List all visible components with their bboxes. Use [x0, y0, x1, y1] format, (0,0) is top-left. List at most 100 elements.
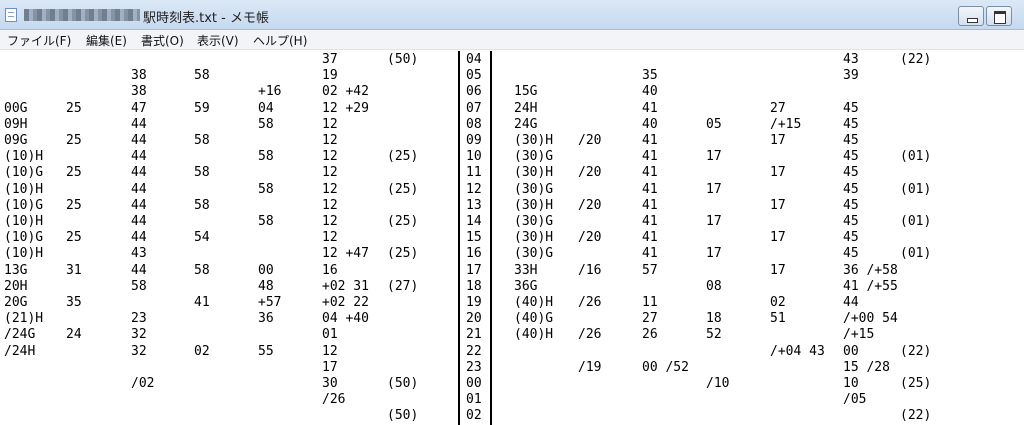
timetable-cell: 09H [4, 116, 28, 132]
timetable-cell: (30)H [514, 197, 554, 213]
timetable-cell: 17 [322, 359, 338, 375]
timetable-cell: 47 [131, 100, 147, 116]
timetable-cell: 45 [843, 197, 859, 213]
timetable-cell: 04 +40 [322, 311, 369, 327]
timetable-cell: 25 [66, 100, 82, 116]
timetable-cell: 58 [258, 116, 274, 132]
hour-cell: 10 [466, 149, 482, 165]
timetable-cell: 12 [322, 116, 338, 132]
timetable-cell: 15 /28 [843, 359, 890, 375]
timetable-cell: 44 [843, 295, 859, 310]
timetable-cell: 00 /52 [642, 359, 689, 375]
minimize-button[interactable] [958, 6, 984, 26]
timetable-cell: 44 [131, 116, 147, 132]
timetable-cell: (01) [900, 214, 932, 229]
timetable-cell: /26 [578, 295, 602, 310]
timetable-cell: (10)G [4, 230, 44, 246]
timetable-cell: 41 [642, 133, 658, 148]
timetable-cell: (01) [900, 181, 932, 197]
timetable-cell: (30)H [514, 230, 554, 246]
hour-cell: 18 [466, 278, 482, 294]
timetable-cell: 37 [322, 52, 338, 67]
timetable-cell: 20H [4, 278, 28, 294]
text-area[interactable]: 37 (50) 04 43 (22) 38 58 19 05 35 39 38 +16 02 +42 06 1… [0, 51, 1024, 425]
timetable-line: /26 01/05 [0, 392, 1024, 408]
menu-bar: ファイル(F) 編集(E) 書式(O) 表示(V) ヘルプ(H) [0, 30, 1024, 50]
timetable-cell: 17 [770, 165, 786, 181]
timetable-cell: 45 [843, 214, 859, 229]
timetable-cell: 25 [66, 197, 82, 213]
timetable-cell: 32 [131, 327, 147, 343]
timetable-cell: 15G [514, 84, 538, 100]
timetable-cell: (10)H [4, 181, 44, 197]
timetable-cell: (10)G [4, 197, 44, 213]
menu-edit[interactable]: 編集(E) [86, 32, 127, 49]
timetable-cell: 31 [66, 262, 82, 278]
timetable-line: 00G 25 47 59 04 12 +29 07 24H 41 27 45 [0, 101, 1024, 117]
menu-view[interactable]: 表示(V) [197, 32, 239, 49]
timetable-cell: 45 [843, 165, 859, 181]
timetable-cell: 10 [843, 376, 859, 391]
timetable-cell: 20G [4, 295, 28, 310]
timetable-cell: (30)G [514, 246, 554, 262]
timetable-cell: 38 [131, 68, 147, 84]
timetable-cell: /24H [4, 343, 36, 359]
hour-cell: 16 [466, 246, 482, 262]
timetable-cell: 45 [843, 149, 859, 165]
timetable-cell: 12 [322, 149, 338, 165]
timetable-cell: 13G [4, 262, 28, 278]
timetable-cell: 02 [194, 343, 210, 359]
timetable-cell: 12 +29 [322, 100, 369, 116]
window-title: 駅時刻表.txt - メモ帳 [143, 11, 269, 26]
timetable-cell: 17 [706, 246, 722, 262]
timetable-line: 17 23/19 00 /52 15 /28 [0, 360, 1024, 376]
timetable-cell: (50) [387, 408, 419, 424]
timetable-cell: 00G [4, 100, 28, 116]
timetable-cell: +16 [258, 84, 282, 100]
timetable-cell: 41 [642, 197, 658, 213]
hour-cell: 11 [466, 165, 482, 181]
timetable-line: /24G 24 32 01 21 (40)H/26 26 52 /+15 [0, 327, 1024, 343]
timetable-line: 09G 25 44 58 12 09 (30)H/20 41 17 45 [0, 133, 1024, 149]
timetable-cell: 12 [322, 133, 338, 148]
timetable-cell: 44 [131, 181, 147, 197]
timetable-cell: /26 [322, 392, 346, 408]
menu-help[interactable]: ヘルプ(H) [253, 32, 307, 49]
hour-cell: 17 [466, 262, 482, 278]
timetable-cell: 36 [258, 311, 274, 327]
hour-cell: 07 [466, 100, 482, 116]
timetable-cell: 12 [322, 230, 338, 246]
timetable-cell: /20 [578, 230, 602, 246]
hour-cell: 19 [466, 295, 482, 310]
timetable-cell: /20 [578, 197, 602, 213]
timetable-cell: (30)H [514, 133, 554, 148]
menu-format[interactable]: 書式(O) [141, 32, 184, 49]
timetable-cell: 12 [322, 165, 338, 181]
hour-cell: 05 [466, 68, 482, 84]
timetable-cell: 25 [66, 133, 82, 148]
timetable-cell: +57 [258, 295, 282, 310]
timetable-cell: 19 [322, 68, 338, 84]
timetable-cell: 27 [642, 311, 658, 327]
timetable-line: 20G 35 41 +57 +02 22 19 (40)H/26 11 02 44 [0, 295, 1024, 311]
menu-file[interactable]: ファイル(F) [7, 32, 71, 49]
timetable-cell: (25) [387, 214, 419, 229]
notepad-app-icon[interactable] [5, 8, 17, 22]
timetable-cell: 24H [514, 100, 538, 116]
title-bar[interactable]: 駅時刻表.txt - メモ帳 [0, 0, 1024, 30]
timetable-cell: 24G [514, 116, 538, 132]
timetable-cell: 17 [770, 262, 786, 278]
timetable-cell: 39 [843, 68, 859, 84]
timetable-cell: 32 [131, 343, 147, 359]
timetable-cell: (21)H [4, 311, 44, 327]
timetable-cell: (25) [387, 181, 419, 197]
timetable-line: (10)G 25 44 58 12 11 (30)H/20 41 17 45 [0, 165, 1024, 181]
timetable-cell: (22) [900, 408, 932, 424]
timetable-line: (10)H 44 58 12 (25) 10 (30)G 41 17 45 (01) [0, 149, 1024, 165]
timetable-cell: (30)G [514, 181, 554, 197]
timetable-cell: (50) [387, 376, 419, 391]
timetable-cell: (22) [900, 52, 932, 67]
timetable-cell: 58 [194, 68, 210, 84]
maximize-button[interactable] [986, 6, 1012, 26]
hour-cell: 14 [466, 214, 482, 229]
